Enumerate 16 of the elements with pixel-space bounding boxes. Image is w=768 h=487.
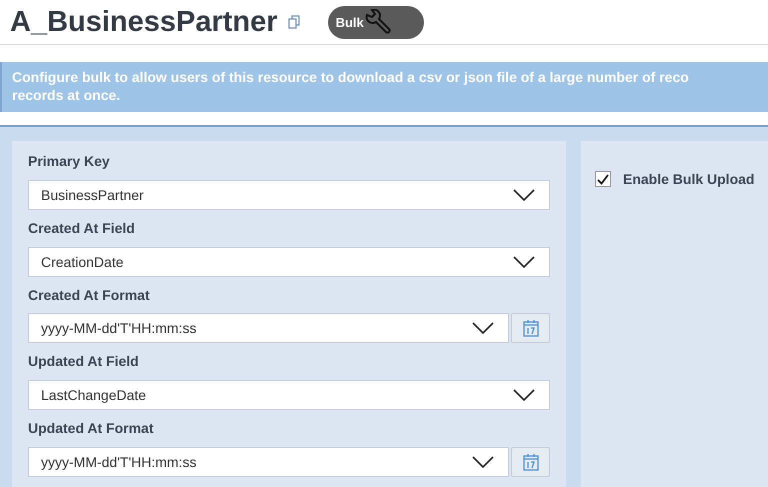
dropdown-field[interactable]: LastChangeDate bbox=[28, 380, 550, 410]
field-label: Primary Key bbox=[28, 153, 111, 171]
dropdown-field[interactable]: yyyy-MM-dd'T'HH:mm:ss bbox=[28, 313, 509, 344]
field-label: Created At Format bbox=[28, 286, 151, 304]
banner-text: Configure bulk to allow users of this resource to download a csv or json file of a large number of reco bbox=[12, 68, 690, 86]
dropdown-field[interactable]: yyyy-MM-dd'T'HH:mm:ss bbox=[28, 446, 509, 477]
banner-text: records at once. bbox=[12, 86, 122, 104]
checkbox-label: Enable Bulk Upload bbox=[623, 171, 754, 187]
field-label: Updated At Field bbox=[28, 353, 140, 372]
field-label: Created At Field bbox=[28, 220, 136, 238]
badge-label: Bulk bbox=[336, 14, 364, 30]
dropdown-field[interactable]: CreationDate bbox=[28, 246, 550, 277]
field-label: Updated At Format bbox=[28, 420, 154, 438]
bulk-badge[interactable]: Bulk bbox=[328, 6, 424, 38]
dropdown-field[interactable]: BusinessPartner bbox=[28, 180, 550, 210]
page-title: A_BusinessPartner bbox=[10, 6, 278, 38]
